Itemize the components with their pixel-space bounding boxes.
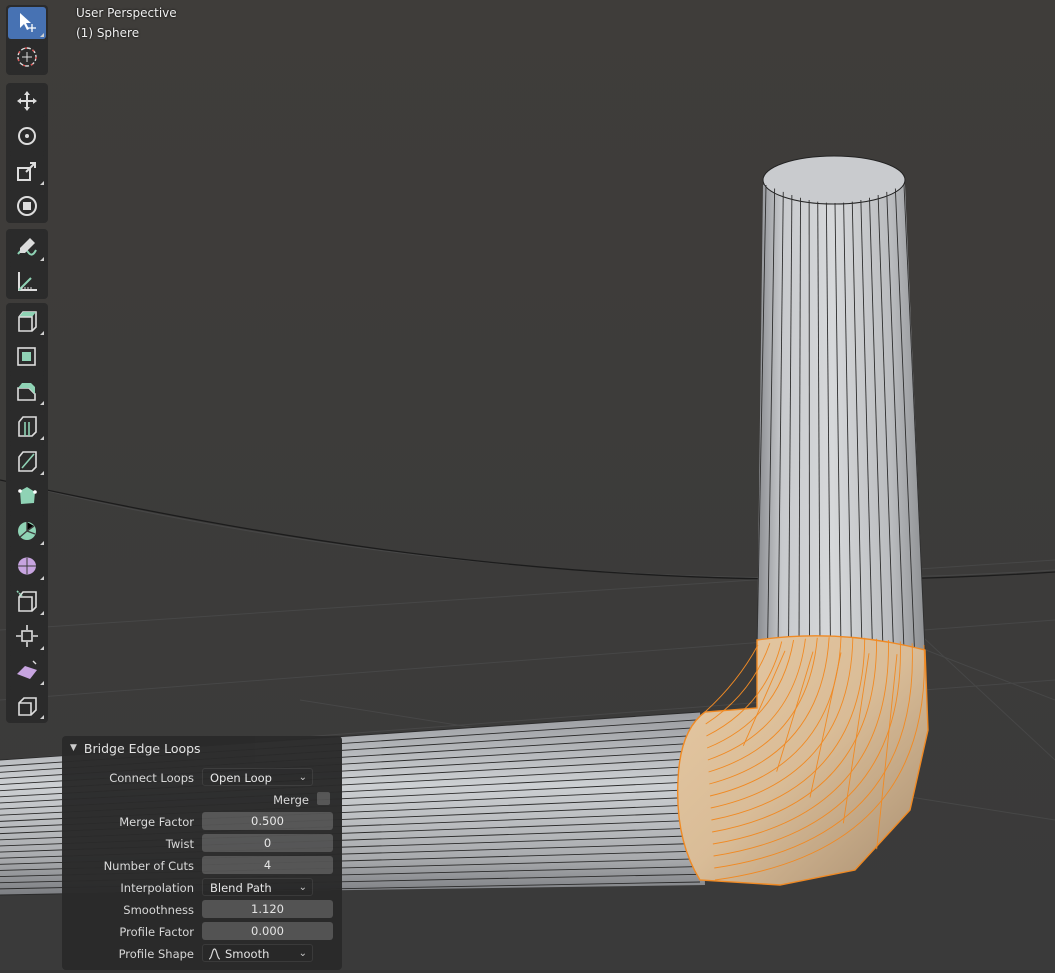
profile-factor-field[interactable]: 0.000 — [202, 922, 333, 940]
interpolation-dropdown[interactable]: Blend Path ⌄ — [202, 878, 313, 896]
knife-icon[interactable] — [8, 445, 46, 477]
bevel-icon[interactable] — [8, 375, 46, 407]
tool-corner-indicator — [40, 541, 44, 545]
perspective-label: User Perspective — [76, 6, 177, 20]
row-connect-loops: Connect Loops Open Loop ⌄ — [62, 768, 342, 788]
row-merge: Merge — [62, 790, 342, 810]
connect-loops-label: Connect Loops — [109, 771, 194, 785]
move-icon[interactable] — [8, 85, 46, 117]
tool-corner-indicator — [40, 611, 44, 615]
profile-shape-dropdown[interactable]: Smooth ⌄ — [202, 944, 313, 962]
tool-corner-indicator — [40, 401, 44, 405]
chevron-down-icon: ⌄ — [298, 948, 307, 959]
twist-label: Twist — [165, 837, 194, 851]
tool-corner-indicator — [40, 257, 44, 261]
row-smoothness: Smoothness 1.120 — [62, 900, 342, 920]
tool-corner-indicator — [40, 33, 44, 37]
profile-factor-label: Profile Factor — [119, 925, 194, 939]
chevron-down-icon: ⌄ — [298, 882, 307, 893]
extrude-region-icon[interactable] — [8, 305, 46, 337]
smoothness-field[interactable]: 1.120 — [202, 900, 333, 918]
transform-icon[interactable] — [8, 190, 46, 222]
shear-icon[interactable] — [8, 655, 46, 687]
merge-factor-label: Merge Factor — [119, 815, 194, 829]
tool-corner-indicator — [40, 681, 44, 685]
operator-panel[interactable]: ▼ Bridge Edge Loops Connect Loops Open L… — [62, 736, 342, 970]
chevron-down-icon: ⌄ — [298, 772, 307, 783]
merge-checkbox[interactable] — [317, 792, 330, 805]
row-profile-factor: Profile Factor 0.000 — [62, 922, 342, 942]
tool-corner-indicator — [40, 646, 44, 650]
profile-shape-value: Smooth — [225, 947, 270, 961]
connect-loops-dropdown[interactable]: Open Loop ⌄ — [202, 768, 313, 786]
tool-corner-indicator — [40, 715, 44, 719]
measure-icon[interactable] — [8, 266, 46, 298]
shrink-fatten-icon[interactable] — [8, 620, 46, 652]
spin-icon[interactable] — [8, 515, 46, 547]
interpolation-label: Interpolation — [120, 881, 194, 895]
profile-shape-label: Profile Shape — [118, 947, 194, 961]
vertical-pipe — [756, 155, 926, 651]
row-interpolation: Interpolation Blend Path ⌄ — [62, 878, 342, 898]
select-box-icon[interactable] — [8, 7, 46, 39]
object-label: (1) Sphere — [76, 26, 140, 40]
scale-icon[interactable] — [8, 155, 46, 187]
operator-title: Bridge Edge Loops — [83, 740, 201, 756]
tool-corner-indicator — [40, 576, 44, 580]
number-of-cuts-label: Number of Cuts — [103, 859, 194, 873]
tool-corner-indicator — [40, 471, 44, 475]
row-number-of-cuts: Number of Cuts 4 — [62, 856, 342, 876]
tool-corner-indicator — [40, 436, 44, 440]
interpolation-value: Blend Path — [210, 881, 272, 895]
annotate-icon[interactable] — [8, 231, 46, 263]
smooth-curve-icon — [208, 948, 221, 960]
merge-label: Merge — [273, 793, 309, 807]
twist-field[interactable]: 0 — [202, 834, 333, 852]
number-of-cuts-field[interactable]: 4 — [202, 856, 333, 874]
row-profile-shape: Profile Shape Smooth ⌄ — [62, 944, 342, 964]
cursor-icon[interactable] — [8, 41, 46, 73]
row-merge-factor: Merge Factor 0.500 — [62, 812, 342, 832]
tool-corner-indicator — [40, 181, 44, 185]
rip-region-icon[interactable] — [8, 689, 46, 721]
inset-faces-icon[interactable] — [8, 340, 46, 372]
merge-factor-field[interactable]: 0.500 — [202, 812, 333, 830]
loop-cut-icon[interactable] — [8, 410, 46, 442]
poly-build-icon[interactable] — [8, 480, 46, 512]
operator-panel-header[interactable]: ▼ Bridge Edge Loops — [62, 736, 342, 760]
row-twist: Twist 0 — [62, 834, 342, 854]
rotate-icon[interactable] — [8, 120, 46, 152]
edge-slide-icon[interactable] — [8, 585, 46, 617]
connect-loops-value: Open Loop — [210, 771, 272, 785]
tool-corner-indicator — [40, 331, 44, 335]
smoothness-label: Smoothness — [123, 903, 194, 917]
collapse-triangle-icon[interactable]: ▼ — [70, 743, 77, 753]
smooth-icon[interactable] — [8, 550, 46, 582]
